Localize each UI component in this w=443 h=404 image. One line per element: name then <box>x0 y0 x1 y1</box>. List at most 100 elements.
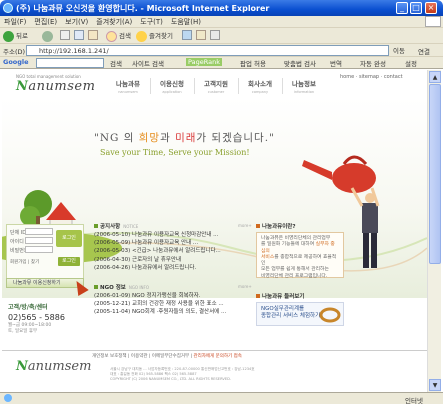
ngo-more-link[interactable]: more+ <box>238 284 252 289</box>
nav-label: 이용신청 <box>160 80 184 88</box>
nav-item-customer[interactable]: 고객지원 customer <box>198 78 234 94</box>
footer-company-info: 서울시 강남구 대치동 ... 사업자등록번호 : 220-87-00000 통… <box>110 367 255 382</box>
top-utility-links[interactable]: home · sitemap · contact <box>340 74 403 80</box>
bullet-icon <box>256 224 260 228</box>
list-item[interactable]: (2006-05-09) 나눔과뮤 이용자교육 안내 ... <box>94 239 221 247</box>
spell-check-button[interactable]: 맞춤법 검사 <box>284 58 316 68</box>
menu-tools[interactable]: 도구(T) <box>136 16 167 28</box>
back-button[interactable]: 뒤로 <box>3 30 28 42</box>
nav-divider <box>282 78 283 94</box>
menu-edit[interactable]: 편집(E) <box>30 16 61 28</box>
slogan-part: 과 <box>160 132 176 144</box>
list-item[interactable]: (2006-04-26) 나눔과뮤에서 알려드립니다. <box>94 264 221 272</box>
tour-banner[interactable]: NGO실무관리계를 종합관리 서비스 체험하기 <box>256 302 344 326</box>
nav-item-nanumsem[interactable]: 나눔과뮤 nanumsem <box>110 78 146 94</box>
scroll-up-arrow-icon[interactable]: ▲ <box>429 71 441 83</box>
google-search-button[interactable]: 검색 <box>110 58 122 68</box>
status-bar: 인터넷 <box>0 392 443 404</box>
ngo-title-text: NGO 정보 <box>100 285 126 291</box>
menu-view[interactable]: 보기(V) <box>61 16 92 28</box>
go-button[interactable]: 이동 <box>393 45 405 55</box>
site-footer: Nanumsem 개인정보 보호정책 | 이용약관 | 이메일무단수집거부 | … <box>2 350 427 392</box>
links-button[interactable]: 연결 <box>418 46 430 56</box>
favorites-button[interactable]: 즐겨찾기 <box>136 30 173 42</box>
nav-item-company[interactable]: 회사소개 company <box>242 78 278 94</box>
notice-title-text: 공지사항 <box>100 224 121 230</box>
google-search-input[interactable] <box>36 58 104 68</box>
vertical-scrollbar[interactable]: ▲ ▼ <box>427 70 441 392</box>
login-submit-button[interactable]: 로그인 <box>58 257 80 266</box>
search-label: 검색 <box>119 32 131 40</box>
menu-file[interactable]: 파일(F) <box>0 16 30 28</box>
popup-blocker-button[interactable]: 팝업 허용 <box>240 58 266 68</box>
hero-slogan-english: Save your Time, Serve your Mission! <box>100 148 250 157</box>
site-search-button[interactable]: 사이트 검색 <box>132 58 164 68</box>
slogan-part: 가 되겠습니다." <box>196 132 275 144</box>
ngo-info-title: NGO 정보 NGO INFO <box>94 283 149 291</box>
admin-contact-link[interactable]: 관리자에게 문의하기 접속 <box>194 354 242 359</box>
about-description: 나눔과뮤은 비영리단체의 관리업무 를 일원화 기능들에 대하여 실무자 중심의… <box>256 232 344 279</box>
user-id-input[interactable] <box>25 237 53 244</box>
logo-word: anumsem <box>28 79 96 94</box>
footer-copyright: COPYRIGHT (C) 2006 NANUMSEM CO., LTD. AL… <box>110 377 232 381</box>
close-button[interactable]: × <box>425 2 437 14</box>
forward-arrow-icon <box>42 30 53 42</box>
list-item[interactable]: (2006-04-30) 근로자의 날 휴무안내 <box>94 256 221 264</box>
window-titlebar: (주) 나눔과뮤 오신것을 환영합니다. - Microsoft Interne… <box>0 0 443 16</box>
list-item[interactable]: (2005-11-04) NGO회계 ·후원자들의 의도, 결산서에 ... <box>94 308 226 316</box>
scroll-down-arrow-icon[interactable]: ▼ <box>429 379 441 391</box>
customer-center-phone: 02)565 - 5886 <box>8 313 65 322</box>
password-input[interactable] <box>25 246 53 253</box>
google-settings-button[interactable]: 설정 <box>405 58 417 68</box>
bullet-icon <box>94 285 98 289</box>
nav-label: 고객지원 <box>204 80 228 88</box>
login-box: 단체 ID 아이디 비밀번호 로그인 회원가입 | 찾기 로그인 <box>6 224 84 284</box>
nav-sub: customer <box>207 90 225 94</box>
translate-button[interactable]: 번역 <box>330 58 342 68</box>
about-text: 를 일원화 기능들에 대하여 <box>261 242 316 248</box>
refresh-button[interactable] <box>74 30 84 40</box>
list-item[interactable]: (2006-05-10) 나눔과뮤 이용자교육 신청마감안내 ... <box>94 231 221 239</box>
forward-button[interactable] <box>42 30 55 42</box>
security-zone: 인터넷 <box>405 397 423 404</box>
minimize-button[interactable]: _ <box>396 2 408 14</box>
address-input[interactable]: http://192.168.1.241/ <box>26 45 389 56</box>
autofill-button[interactable]: 자동 완성 <box>360 58 386 68</box>
list-item[interactable]: (2006-05-03) <긴급> 나눔과뮤에서 알려드립니다... <box>94 247 221 255</box>
about-title: 나눔과뮤이란? <box>256 222 296 230</box>
mail-button[interactable] <box>196 30 206 40</box>
join-find-links[interactable]: 회원가입 | 찾기 <box>10 259 39 265</box>
about-text: 나눔과뮤은 비영리단체의 관리업무 <box>261 236 331 241</box>
site-logo[interactable]: NGO total management solution Nanumsem <box>16 74 95 94</box>
tour-banner-text: NGO실무관리계를 종합관리 서비스 체험하기 <box>261 306 320 320</box>
search-button[interactable]: 검색 <box>106 30 131 42</box>
nav-item-application[interactable]: 이용신청 application <box>154 78 190 94</box>
home-button[interactable] <box>88 30 98 40</box>
nav-item-information[interactable]: 나눔정보 information <box>286 78 322 94</box>
print-button[interactable] <box>210 30 220 40</box>
about-title-text: 나눔과뮤이란? <box>262 224 296 230</box>
menu-favorites[interactable]: 즐겨찾기(A) <box>92 16 136 28</box>
stop-button[interactable] <box>60 30 70 40</box>
address-bar: 주소(D) http://192.168.1.241/ 이동 연결 <box>0 44 443 57</box>
login-button[interactable]: 로그인 <box>56 230 82 247</box>
address-label: 주소(D) <box>3 48 26 56</box>
notice-more-link[interactable]: more+ <box>238 223 252 228</box>
footer-links-text[interactable]: 개인정보 보호정책 | 이용약관 | 이메일무단수집거부 | <box>92 354 194 359</box>
history-button[interactable] <box>182 30 192 40</box>
scrollbar-thumb[interactable] <box>429 84 441 264</box>
logo-text: Nanumsem <box>16 79 96 94</box>
customer-center-title: 고객/방/축/센터 <box>8 304 48 311</box>
hours-weekday: 월~금 09:00~18:00 <box>8 323 52 328</box>
tour-line: 종합관리 서비스 체험하기 <box>261 313 321 319</box>
search-icon <box>106 30 117 42</box>
list-item[interactable]: (2006-01-09) NGO 정지가맹신을 회복하자. <box>94 292 226 300</box>
footer-links[interactable]: 개인정보 보호정책 | 이용약관 | 이메일무단수집거부 | 관리자에게 문의하… <box>92 353 242 359</box>
user-id-label: 아이디 <box>10 239 24 245</box>
google-toolbar: Google 검색 사이트 검색 PageRank 팝업 허용 맞춤법 검사 번… <box>0 57 443 69</box>
menu-help[interactable]: 도움말(H) <box>167 16 205 28</box>
footer-logo-text: Nanumsem <box>16 359 92 374</box>
list-item[interactable]: (2005-12-21) 교회의 건강한 재정 사용을 위한 표소 ... <box>94 300 226 308</box>
org-id-input[interactable] <box>25 228 53 235</box>
maximize-button[interactable]: □ <box>410 2 422 14</box>
